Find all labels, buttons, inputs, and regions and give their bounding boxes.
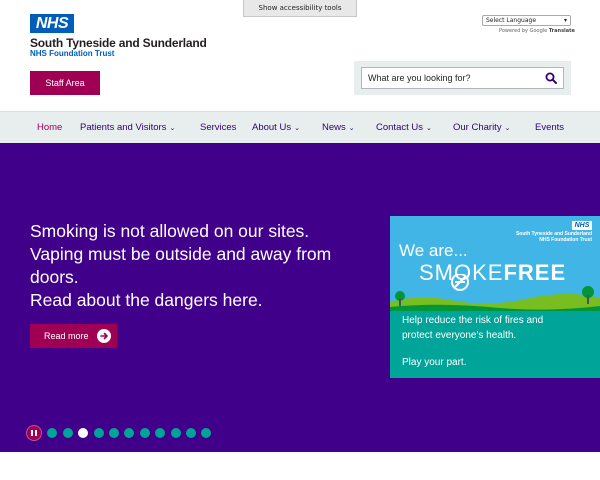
search-icon[interactable] xyxy=(545,72,557,84)
search-input[interactable]: What are you looking for? xyxy=(361,67,564,89)
banner-nhs-logo: NHS xyxy=(572,221,592,230)
nav-item-home[interactable]: Home xyxy=(37,112,62,144)
nav-item-news[interactable]: News ⌄ xyxy=(322,112,355,144)
no-smoking-landscape-illustration xyxy=(390,274,600,314)
chevron-down-icon: ⌄ xyxy=(294,125,300,132)
chevron-down-icon: ▾ xyxy=(563,17,567,24)
nhs-logo[interactable]: NHS xyxy=(30,14,74,33)
hero-line: doors. xyxy=(30,267,79,287)
nav-item-label: About Us xyxy=(252,122,292,133)
nav-item-about-us[interactable]: About Us ⌄ xyxy=(252,112,300,144)
staff-area-button[interactable]: Staff Area xyxy=(30,71,100,95)
chevron-down-icon: ⌄ xyxy=(169,125,176,132)
search-placeholder: What are you looking for? xyxy=(368,73,471,83)
powered-by-google: Powered by Google Translate xyxy=(499,28,575,34)
carousel-dot-3[interactable] xyxy=(78,428,89,438)
banner-play-your-part: Play your part. xyxy=(402,357,467,368)
nav-item-label: Services xyxy=(200,122,237,133)
nav-item-events[interactable]: Events xyxy=(535,112,564,144)
language-select-value: Select Language xyxy=(486,17,537,24)
search-form: What are you looking for? xyxy=(354,61,571,95)
carousel-dot-11[interactable] xyxy=(201,428,212,438)
powered-prefix: Powered by xyxy=(499,28,528,34)
banner-message-line2: protect everyone's health. xyxy=(402,330,517,341)
hero-line: Vaping must be outside and away from xyxy=(30,244,332,264)
hero-line: Smoking is not allowed on our sites. xyxy=(30,221,310,241)
pause-icon[interactable] xyxy=(26,425,42,441)
org-name: South Tyneside and Sunderland xyxy=(30,36,207,50)
nav-item-label: Contact Us xyxy=(376,122,423,133)
carousel-dot-5[interactable] xyxy=(108,428,119,438)
carousel-dot-8[interactable] xyxy=(155,428,166,438)
carousel-dot-10[interactable] xyxy=(185,428,196,438)
nav-item-label: Events xyxy=(535,122,565,133)
carousel-dot-2[interactable] xyxy=(62,428,73,438)
carousel-dot-1[interactable] xyxy=(47,428,58,438)
hero-line: Read about the dangers here. xyxy=(30,290,263,310)
nav-item-contact-us[interactable]: Contact Us ⌄ xyxy=(376,112,432,144)
hero-headline: Smoking is not allowed on our sites. Vapi… xyxy=(30,220,360,312)
carousel-dot-9[interactable] xyxy=(170,428,181,438)
accessibility-tools-button[interactable]: Show accessibility tools xyxy=(243,0,357,17)
banner-org: South Tyneside and Sunderland NHS Founda… xyxy=(516,231,592,243)
nav-item-our-charity[interactable]: Our Charity ⌄ xyxy=(453,112,510,144)
main-nav: Home Patients and Visitors ⌄ Services About … xyxy=(0,111,600,143)
arrow-right-icon xyxy=(96,329,111,343)
language-select[interactable]: Select Language ▾ xyxy=(482,15,571,26)
google-text: Google xyxy=(529,28,548,34)
nav-item-patients-and-visitors[interactable]: Patients and Visitors ⌄ xyxy=(80,112,175,144)
chevron-down-icon: ⌄ xyxy=(426,125,432,132)
nav-item-label: Patients and Visitors xyxy=(80,122,167,133)
nav-item-label: Our Charity xyxy=(453,122,502,133)
translate-link[interactable]: Translate xyxy=(549,28,575,34)
nav-item-label: News xyxy=(322,122,346,133)
smokefree-banner[interactable]: NHS South Tyneside and Sunderland NHS Fo… xyxy=(390,216,600,378)
read-more-button[interactable]: Read more xyxy=(30,324,117,348)
carousel-dot-4[interactable] xyxy=(93,428,104,438)
nav-item-services[interactable]: Services xyxy=(200,112,236,144)
hero-carousel: Smoking is not allowed on our sites. Vapi… xyxy=(0,143,600,452)
carousel-controls xyxy=(26,425,212,441)
nav-item-label: Home xyxy=(37,122,63,133)
read-more-label: Read more xyxy=(44,331,89,341)
carousel-dot-7[interactable] xyxy=(139,428,150,438)
chevron-down-icon: ⌄ xyxy=(348,125,355,132)
banner-we-are: We are... xyxy=(399,241,468,260)
org-subtitle: NHS Foundation Trust xyxy=(30,49,115,58)
banner-message-line1: Help reduce the risk of fires and xyxy=(402,315,544,326)
chevron-down-icon: ⌄ xyxy=(504,125,511,132)
carousel-dot-6[interactable] xyxy=(124,428,135,438)
banner-org-line2: NHS Foundation Trust xyxy=(539,237,592,243)
banner-message: Help reduce the risk of fires and protec… xyxy=(402,313,543,343)
